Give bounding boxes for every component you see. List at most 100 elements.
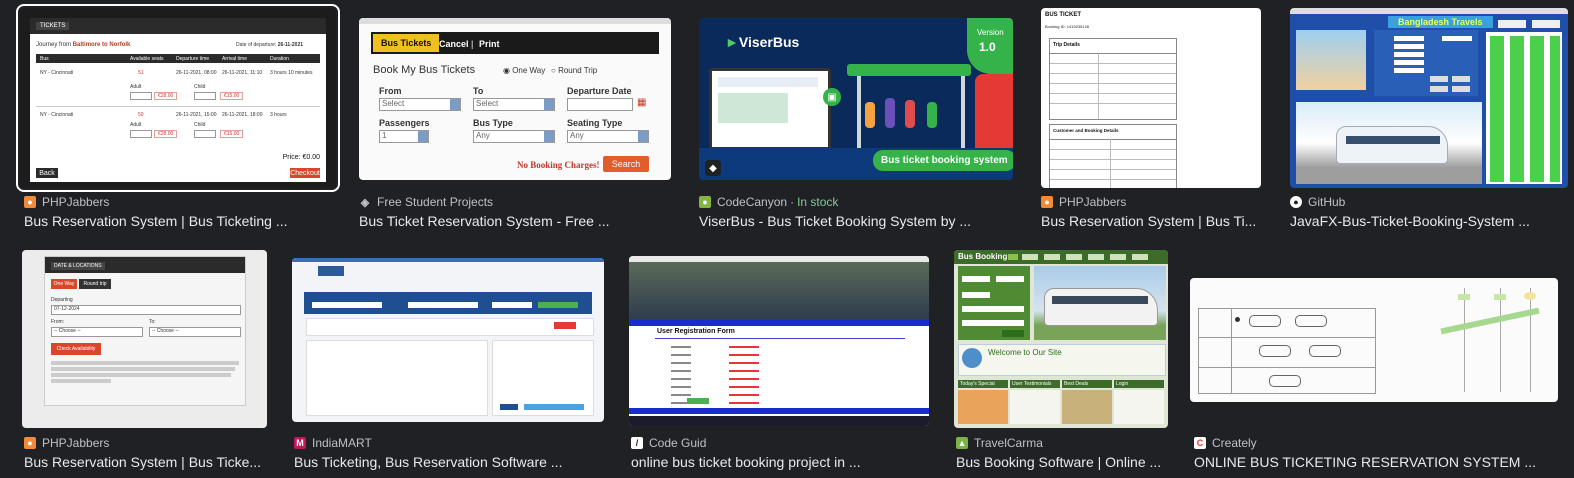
result-source-6[interactable]: ● PHPJabbers	[24, 436, 109, 450]
result-card-3[interactable]: ►ViserBus Version 1.0 ▣ Bus ticket booki…	[699, 6, 1019, 238]
child-price: €15.00	[220, 92, 244, 100]
phpjabbers-favicon-icon: ●	[24, 437, 36, 449]
departure-date: Date of departure: 26-11-2021	[236, 42, 304, 48]
result-card-4[interactable]: BUS TICKET Booking ID: 1415235128 Trip D…	[1041, 6, 1263, 238]
phpjabbers-favicon-icon: ●	[1041, 196, 1053, 208]
result-title-4[interactable]: Bus Reservation System | Bus Ti...	[1041, 213, 1261, 229]
viserbus-logo: ►ViserBus	[725, 34, 800, 50]
result-title-5[interactable]: JavaFX-Bus-Ticket-Booking-System ...	[1290, 213, 1550, 229]
result-source-10[interactable]: C Creately	[1194, 436, 1257, 450]
customer-details-table: Customer and Booking Details	[1049, 124, 1177, 188]
result-title-9[interactable]: Bus Booking Software | Online ...	[956, 454, 1166, 470]
bus-highway-photo	[1296, 102, 1482, 184]
back-button[interactable]: Back	[36, 168, 58, 178]
seating-type-select[interactable]: Any	[567, 130, 649, 143]
tab-date-locations[interactable]: DATE & LOCATIONS	[51, 262, 105, 270]
radio-one-way[interactable]: ◉ One Way	[503, 66, 545, 75]
result-thumbnail-8[interactable]: User Registration Form	[629, 256, 929, 426]
booking-id: Booking ID: 1415235128	[1045, 24, 1090, 29]
result-source-4[interactable]: ● PHPJabbers	[1041, 195, 1126, 209]
banner-text: Bus ticket booking system	[873, 150, 1013, 171]
adult-label: Adult	[130, 84, 142, 90]
bus-interior-photo	[629, 262, 929, 320]
app-title: Bangladesh Travels	[1388, 16, 1493, 28]
result-card-8[interactable]: User Registration Form / Code Guid onlin…	[629, 256, 939, 476]
result-thumbnail-7[interactable]	[292, 258, 604, 422]
result-thumbnail-3[interactable]: ►ViserBus Version 1.0 ▣ Bus ticket booki…	[699, 18, 1013, 180]
code-guid-favicon-icon: /	[631, 437, 643, 449]
tab-print[interactable]: Print	[479, 39, 500, 49]
tab-bus-tickets[interactable]: Bus Tickets	[373, 34, 440, 52]
result-thumbnail-4[interactable]: BUS TICKET Booking ID: 1415235128 Trip D…	[1041, 8, 1261, 188]
bus-type-select[interactable]: Any	[473, 130, 555, 143]
result-card-10[interactable]: C Creately ONLINE BUS TICKETING RESERVAT…	[1190, 278, 1570, 476]
result-card-5[interactable]: Bangladesh Travels ● GitHub JavaFX-Bus-T…	[1290, 6, 1570, 238]
globe-image	[962, 348, 982, 368]
adult-label: Adult	[130, 122, 142, 128]
result-title-6[interactable]: Bus Reservation System | Bus Ticke...	[24, 454, 266, 470]
result-thumbnail-10[interactable]	[1190, 278, 1558, 402]
tab-cancel[interactable]: Cancel	[439, 39, 469, 49]
result-source-3[interactable]: ● CodeCanyon · In stock	[699, 195, 838, 209]
welcome-heading: Welcome to Our Site	[988, 348, 1062, 357]
bus-stop-sign-icon: ▣	[823, 88, 841, 106]
row2-dur: 3 hours	[270, 112, 287, 118]
result-source-2[interactable]: ◈ Free Student Projects	[359, 195, 493, 209]
from-select[interactable]: Select	[379, 98, 461, 111]
globe-icon: ◈	[360, 196, 370, 209]
result-source-5[interactable]: ● GitHub	[1290, 195, 1345, 209]
row2-bus: NY - Cincinnati	[40, 112, 74, 118]
child-select[interactable]	[194, 92, 216, 100]
result-card-9[interactable]: Bus Booking Welcome to Our Site Today's …	[954, 250, 1172, 476]
round-trip-button[interactable]: Round trip	[79, 279, 111, 289]
result-title-8[interactable]: online bus ticket booking project in ...	[631, 454, 921, 470]
form-heading: Book My Bus Tickets	[373, 64, 476, 76]
to-select[interactable]: Select	[473, 98, 555, 111]
result-source-8[interactable]: / Code Guid	[631, 436, 706, 450]
one-way-button[interactable]: One Way	[51, 279, 77, 289]
adult-select[interactable]	[130, 92, 152, 100]
result-card-6[interactable]: DATE & LOCATIONS One Way Round trip Depa…	[22, 250, 270, 476]
adult-select[interactable]	[130, 130, 152, 138]
result-title-10[interactable]: ONLINE BUS TICKETING RESERVATION SYSTEM …	[1194, 454, 1550, 470]
result-thumbnail-2[interactable]: Bus Tickets Cancel | Print Book My Bus T…	[359, 18, 671, 180]
col-departure: Departure time	[176, 56, 210, 62]
result-source-7[interactable]: M IndiaMART	[294, 436, 372, 450]
from-label: From:	[51, 319, 65, 325]
result-card-2[interactable]: Bus Tickets Cancel | Print Book My Bus T…	[359, 6, 679, 238]
result-thumbnail-5[interactable]: Bangladesh Travels	[1290, 8, 1568, 188]
github-icon: ●	[1290, 196, 1302, 208]
tag-icon: ◆	[705, 160, 721, 176]
result-title-7[interactable]: Bus Ticketing, Bus Reservation Software …	[294, 454, 590, 470]
result-title-1[interactable]: Bus Reservation System | Bus Ticketing .…	[24, 213, 324, 229]
radio-round-trip[interactable]: ○ Round Trip	[551, 66, 597, 75]
result-title-3[interactable]: ViserBus - Bus Ticket Booking System by …	[699, 213, 989, 229]
row1-dur: 3 hours 10 minutes	[270, 70, 313, 76]
result-card-7[interactable]: M IndiaMART Bus Ticketing, Bus Reservati…	[292, 258, 608, 476]
row2-dep: 26-11-2021, 15:00	[176, 112, 217, 118]
search-button[interactable]: Search	[603, 156, 649, 172]
calendar-icon[interactable]: ▦	[637, 97, 646, 108]
checkout-button[interactable]: Checkout	[290, 168, 320, 178]
result-thumbnail-9[interactable]: Bus Booking Welcome to Our Site Today's …	[954, 250, 1168, 428]
child-select[interactable]	[194, 130, 216, 138]
check-availability-button[interactable]: Check Availability	[51, 343, 101, 355]
result-thumbnail-1[interactable]: TICKETS Journey from Baltimore to Norfol…	[16, 4, 340, 192]
price-total: Price: €0.00	[282, 154, 320, 161]
departure-date-input[interactable]	[567, 98, 633, 111]
departing-date-input[interactable]: 07-12-2024	[51, 305, 241, 315]
result-title-2[interactable]: Bus Ticket Reservation System - Free ...	[359, 213, 659, 229]
result-card-1[interactable]: TICKETS Journey from Baltimore to Norfol…	[16, 4, 340, 238]
site-logo	[318, 266, 344, 276]
child-label: Child	[194, 84, 206, 90]
to-label: To:	[149, 319, 156, 325]
result-source-1[interactable]: ● PHPJabbers	[24, 195, 109, 209]
to-select[interactable]: -- Choose --	[149, 327, 241, 337]
col-arrival: Arrival time	[222, 56, 248, 62]
departing-label: Departing	[51, 297, 73, 303]
result-thumbnail-6[interactable]: DATE & LOCATIONS One Way Round trip Depa…	[22, 250, 267, 428]
passengers-select[interactable]: 1	[379, 130, 429, 143]
result-source-9[interactable]: ▲ TravelCarma	[956, 436, 1043, 450]
coach-photo	[1034, 266, 1166, 340]
from-select[interactable]: -- Choose --	[51, 327, 143, 337]
